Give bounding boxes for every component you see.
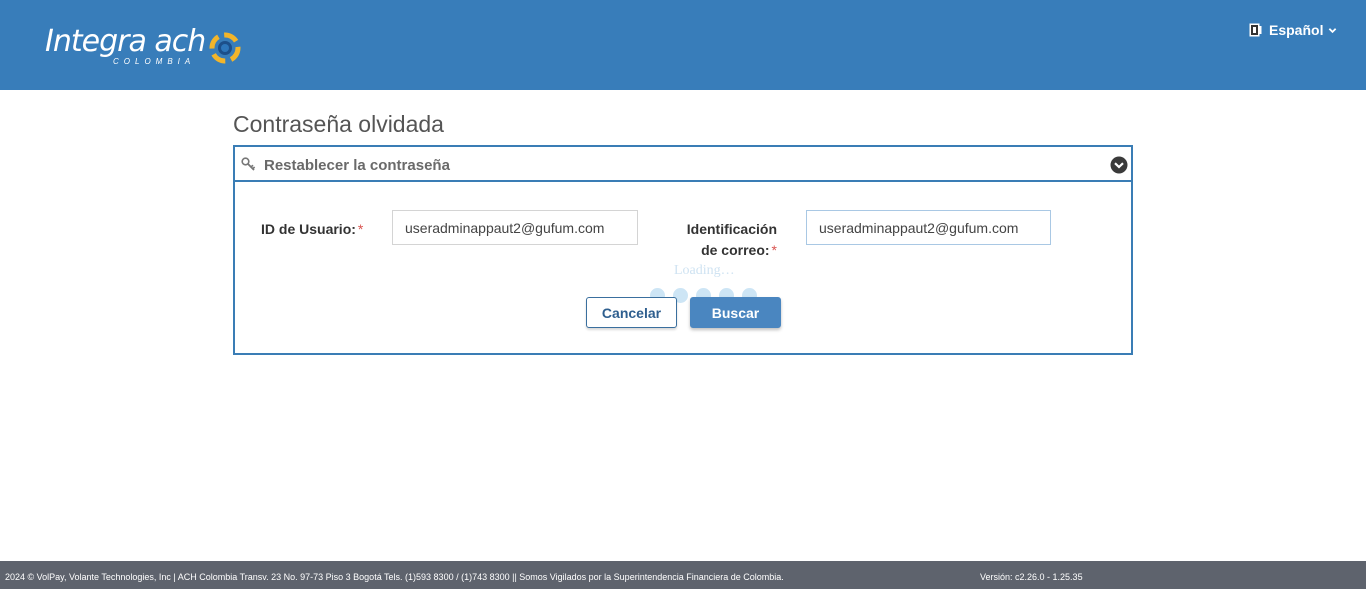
key-icon bbox=[241, 157, 256, 171]
panel-title: Restablecer la contraseña bbox=[264, 157, 450, 174]
required-marker: * bbox=[771, 242, 777, 258]
required-marker: * bbox=[357, 221, 364, 237]
email-id-label: Identificación de correo: * bbox=[686, 221, 777, 258]
user-id-input[interactable] bbox=[392, 210, 638, 245]
integra-ach-logo[interactable]: Integra ach COLOMBIA bbox=[45, 24, 255, 70]
loading-text: Loading… bbox=[674, 263, 735, 278]
app-header: Integra ach COLOMBIA Español bbox=[0, 0, 1366, 90]
reset-password-panel: Restablecer la contraseña ID de Usuario:… bbox=[233, 145, 1133, 355]
email-id-input[interactable] bbox=[806, 210, 1051, 245]
user-id-label: ID de Usuario: * bbox=[261, 221, 364, 237]
logo-text: Integra ach bbox=[45, 24, 206, 59]
flag-icon bbox=[1249, 23, 1262, 37]
chevron-circle-down-icon[interactable] bbox=[1110, 156, 1128, 174]
chevron-down-icon bbox=[1329, 27, 1337, 33]
logo-ring-icon bbox=[209, 32, 241, 64]
panel-header[interactable]: Restablecer la contraseña bbox=[235, 147, 1131, 182]
search-button[interactable]: Buscar bbox=[690, 297, 781, 328]
cancel-button[interactable]: Cancelar bbox=[586, 297, 677, 328]
language-label: Español bbox=[1269, 22, 1324, 38]
app-footer: 2024 © VolPay, Volante Technologies, Inc… bbox=[0, 561, 1366, 589]
page-title: Contraseña olvidada bbox=[233, 111, 444, 137]
footer-version: Versión: c2.26.0 - 1.25.35 bbox=[980, 572, 1083, 582]
footer-copyright: 2024 © VolPay, Volante Technologies, Inc… bbox=[5, 572, 784, 582]
logo-subtitle: COLOMBIA bbox=[113, 57, 196, 66]
language-selector[interactable]: Español bbox=[1249, 21, 1337, 39]
